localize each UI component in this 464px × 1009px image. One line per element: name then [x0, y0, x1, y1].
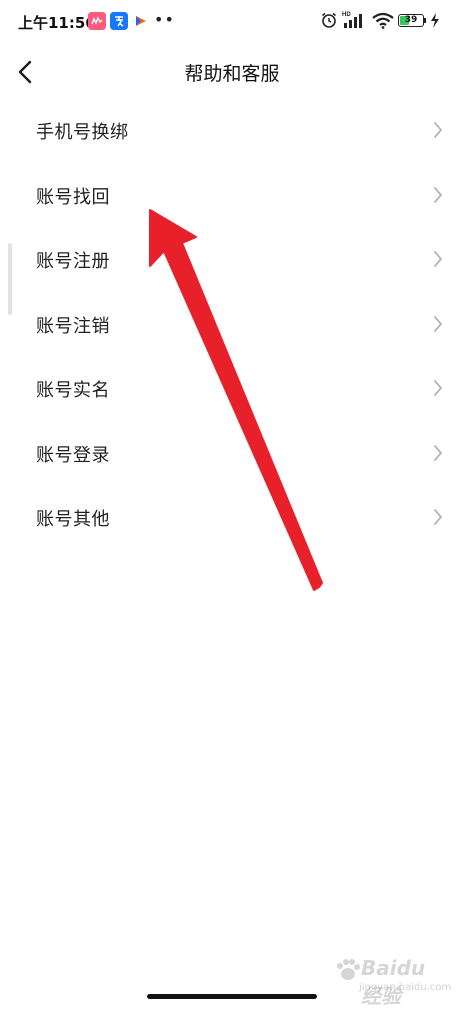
video-app-icon [88, 12, 106, 30]
alarm-icon [322, 12, 336, 28]
chevron-right-icon [434, 380, 443, 396]
menu-item-account-login[interactable]: 账号登录 [0, 421, 464, 486]
baidu-watermark: Baidu 经验 jingyan.baidu.com [335, 948, 452, 1008]
hd-badge: HD [342, 12, 351, 18]
watermark-url: jingyan.baidu.com [359, 982, 452, 993]
nav-bar: 帮助和客服 [0, 44, 464, 100]
status-bar: 上午11:56 •• HD 39 [0, 0, 464, 44]
wifi-icon [372, 12, 394, 29]
menu-item-phone-rebind[interactable]: 手机号换绑 [0, 98, 464, 163]
menu-item-label: 账号注销 [36, 315, 110, 337]
battery-cap [424, 18, 426, 23]
menu-item-label: 账号实名 [36, 380, 110, 401]
menu-item-real-name[interactable]: 账号实名 [0, 356, 464, 421]
scrollbar[interactable] [8, 243, 12, 315]
status-time: 上午11:56 [18, 14, 96, 32]
paw-icon [337, 959, 360, 980]
chevron-right-icon [434, 251, 443, 267]
chevron-right-icon [434, 315, 443, 332]
chevron-right-icon [434, 122, 443, 138]
menu-item-label: 账号找回 [36, 186, 110, 208]
menu-item-account-register[interactable]: 账号注册 [0, 227, 464, 292]
menu-item-account-recovery[interactable]: 账号找回 [0, 163, 464, 228]
signal-icon: HD [342, 12, 362, 28]
menu-item-label: 账号注册 [36, 251, 110, 272]
charging-icon [431, 13, 439, 28]
menu-item-label: 账号登录 [36, 444, 110, 466]
status-right-icons: HD 39 [320, 10, 450, 32]
menu-item-account-cancel[interactable]: 账号注销 [0, 292, 464, 357]
chevron-right-icon [434, 444, 443, 461]
chevron-right-icon [434, 186, 443, 203]
home-indicator[interactable] [147, 994, 317, 999]
menu-item-label: 手机号换绑 [36, 122, 129, 143]
alipay-icon [110, 12, 128, 30]
battery-level: 39 [404, 15, 418, 25]
battery-icon: 39 [398, 14, 424, 27]
help-menu-list: 手机号换绑 账号找回 账号注册 账号注销 账号实名 账号登录 账号其他 [0, 98, 464, 550]
flag-app-icon [132, 12, 150, 30]
menu-item-label: 账号其他 [36, 509, 110, 530]
chevron-right-icon [434, 509, 443, 525]
more-notifications-icon: •• [154, 10, 175, 29]
menu-item-account-other[interactable]: 账号其他 [0, 485, 464, 550]
page-title: 帮助和客服 [184, 63, 280, 85]
